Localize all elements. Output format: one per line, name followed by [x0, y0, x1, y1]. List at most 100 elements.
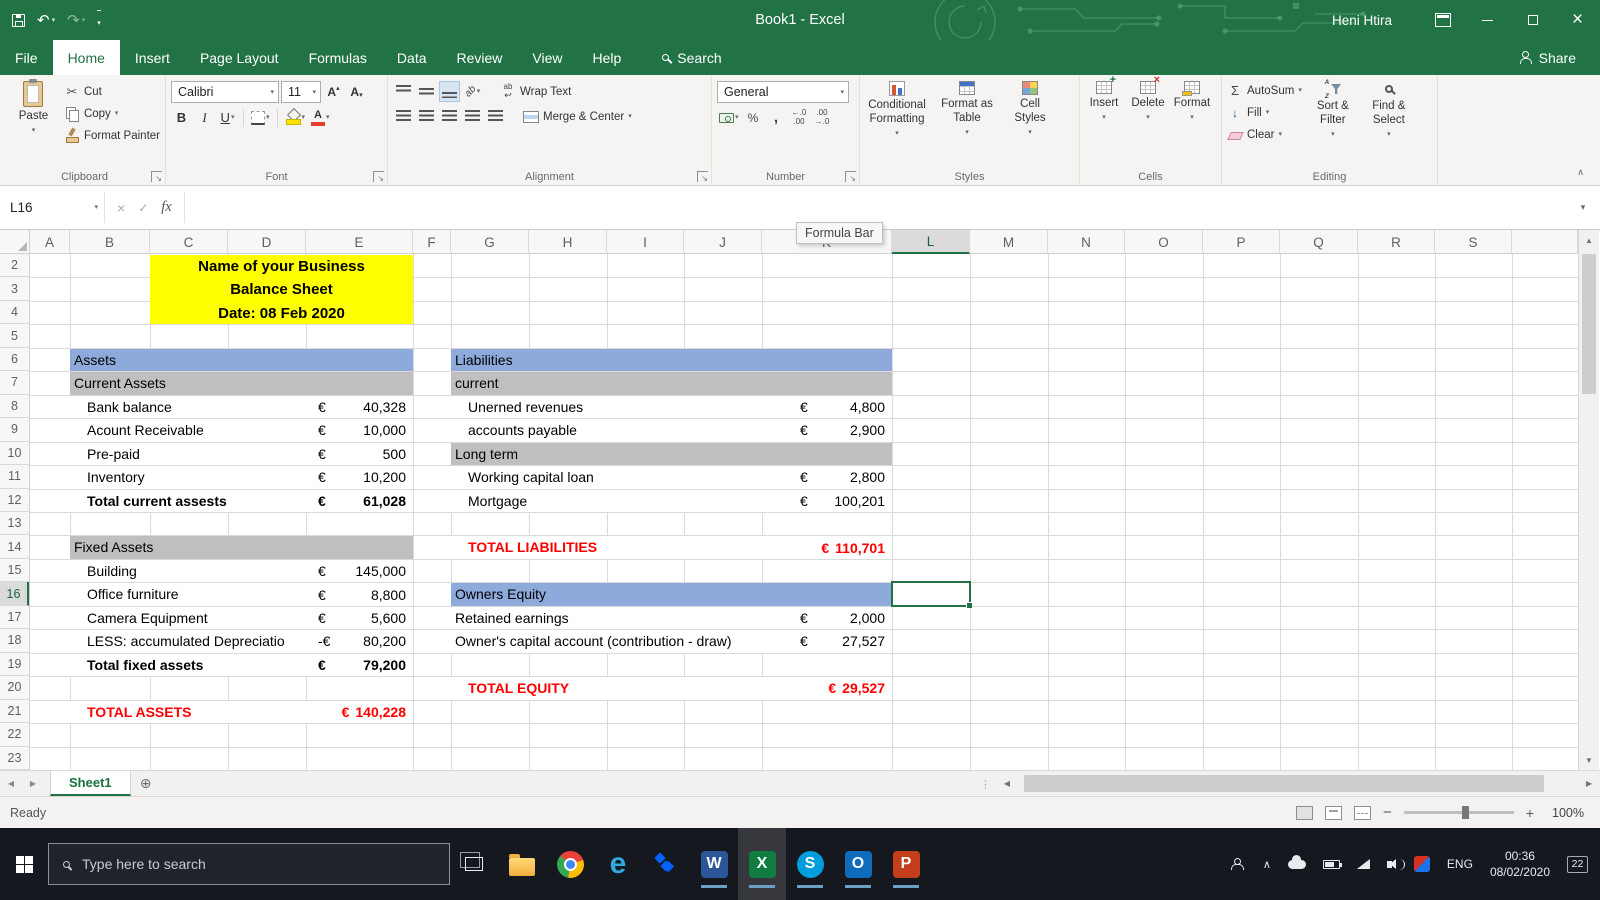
onedrive-icon[interactable]	[1287, 854, 1306, 869]
cell-G6[interactable]: Liabilities	[451, 348, 892, 372]
wrap-text-button[interactable]: Wrap Text	[497, 81, 574, 102]
row-header-8[interactable]: 8	[0, 395, 29, 419]
cell-E19[interactable]: €79,200	[306, 653, 413, 677]
vertical-scrollbar[interactable]	[1578, 230, 1599, 770]
zoom-in-icon[interactable]	[1526, 805, 1534, 821]
row-header-14[interactable]: 14	[0, 535, 29, 559]
format-cells-dropdown-icon[interactable]	[1190, 114, 1194, 121]
cell-B21[interactable]: TOTAL ASSETS	[70, 700, 306, 724]
tab-insert[interactable]: Insert	[120, 40, 185, 75]
cell-B17[interactable]: Camera Equipment	[70, 606, 306, 630]
accounting-dropdown-icon[interactable]	[735, 114, 739, 121]
tab-help[interactable]: Help	[578, 40, 637, 75]
share-button[interactable]: Share	[1495, 40, 1600, 75]
row-header-11[interactable]: 11	[0, 465, 29, 489]
sheet-tab-sheet1[interactable]: Sheet1	[50, 771, 131, 796]
cut-button[interactable]: Cut	[61, 81, 163, 102]
merge-center-dropdown-icon[interactable]	[628, 113, 632, 120]
col-header-I[interactable]: I	[607, 230, 684, 254]
cell-K12[interactable]: €100,201	[762, 489, 892, 512]
row-header-3[interactable]: 3	[0, 277, 29, 301]
user-name[interactable]: Heni Htira	[1332, 13, 1392, 28]
battery-icon[interactable]	[1322, 859, 1342, 869]
page-break-view-icon[interactable]	[1354, 805, 1372, 820]
col-header-R[interactable]: R	[1358, 230, 1435, 254]
row-header-6[interactable]: 6	[0, 348, 29, 372]
cell-G7[interactable]: current	[451, 372, 892, 395]
cell-E12[interactable]: €61,028	[306, 489, 413, 512]
accounting-format-button[interactable]	[717, 107, 741, 128]
sort-filter-dropdown-icon[interactable]	[1331, 131, 1335, 138]
tab-home[interactable]: Home	[52, 40, 120, 75]
format-as-table-dropdown-icon[interactable]	[965, 129, 969, 136]
chrome-button[interactable]	[546, 828, 594, 900]
taskbar-search[interactable]: Type here to search	[48, 843, 450, 885]
conditional-formatting-button[interactable]: Conditional Formatting	[862, 77, 932, 137]
tell-me-search[interactable]: Search	[652, 40, 731, 75]
col-header-P[interactable]: P	[1203, 230, 1280, 254]
italic-button[interactable]	[194, 107, 215, 128]
decrease-decimal-button[interactable]	[812, 107, 833, 128]
row-header-10[interactable]: 10	[0, 442, 29, 466]
col-header-H[interactable]: H	[529, 230, 607, 254]
col-header-A[interactable]: A	[30, 230, 70, 254]
cell-K11[interactable]: €2,800	[762, 466, 892, 489]
row-header-12[interactable]: 12	[0, 489, 29, 512]
col-header-D[interactable]: D	[228, 230, 306, 254]
close-button[interactable]	[1555, 0, 1600, 40]
col-header-Q[interactable]: Q	[1280, 230, 1358, 254]
delete-cells-dropdown-icon[interactable]	[1146, 114, 1150, 121]
row-header-7[interactable]: 7	[0, 371, 29, 395]
align-left-button[interactable]	[393, 106, 414, 127]
format-as-table-button[interactable]: Format as Table	[932, 77, 1002, 136]
row-header-13[interactable]: 13	[0, 512, 29, 536]
autosum-dropdown-icon[interactable]	[1298, 87, 1302, 94]
tab-review[interactable]: Review	[442, 40, 518, 75]
align-middle-button[interactable]	[416, 81, 437, 102]
cell-B6[interactable]: Assets	[70, 348, 413, 372]
word-button[interactable]	[690, 828, 738, 900]
cell-B11[interactable]: Inventory	[70, 466, 306, 489]
select-all-corner[interactable]	[0, 230, 30, 254]
horizontal-scrollbar[interactable]	[1018, 771, 1578, 796]
hscroll-right-icon[interactable]	[1580, 771, 1598, 796]
language-indicator[interactable]: ENG	[1447, 857, 1473, 871]
cell-G20[interactable]: TOTAL EQUITY	[451, 677, 762, 700]
cell-E11[interactable]: €10,200	[306, 466, 413, 489]
network-icon[interactable]	[1356, 859, 1370, 869]
save-button[interactable]	[12, 13, 25, 27]
row-header-4[interactable]: 4	[0, 301, 29, 325]
cell-B16[interactable]: Office furniture	[70, 583, 306, 606]
clear-button[interactable]: Clear	[1224, 124, 1305, 145]
cancel-formula-icon[interactable]	[117, 200, 125, 216]
undo-dropdown-icon[interactable]	[52, 17, 56, 24]
align-right-button[interactable]	[439, 106, 460, 127]
cell-E15[interactable]: €145,000	[306, 559, 413, 583]
paste-dropdown-icon[interactable]	[32, 127, 36, 134]
tab-page-layout[interactable]: Page Layout	[185, 40, 294, 75]
cell-styles-dropdown-icon[interactable]	[1028, 129, 1032, 136]
row-header-23[interactable]: 23	[0, 747, 29, 770]
font-size-select[interactable]: 11	[281, 81, 321, 103]
dropbox-button[interactable]	[642, 828, 690, 900]
cell-B9[interactable]: Acount Receivable	[70, 419, 306, 442]
hscroll-splitter[interactable]	[975, 776, 996, 791]
col-header-C[interactable]: C	[150, 230, 228, 254]
zoom-out-icon[interactable]	[1383, 804, 1392, 821]
align-bottom-button[interactable]	[439, 81, 460, 102]
cell-G17[interactable]: Retained earnings	[451, 606, 762, 630]
name-box[interactable]: L16	[0, 186, 104, 229]
row-header-19[interactable]: 19	[0, 653, 29, 677]
cell-E16[interactable]: €8,800	[306, 583, 413, 606]
number-dialog-launcher[interactable]	[845, 171, 856, 182]
find-select-button[interactable]: Find & Select	[1361, 77, 1417, 138]
align-center-button[interactable]	[416, 106, 437, 127]
tray-app-icon[interactable]	[1413, 856, 1430, 872]
maximize-button[interactable]	[1510, 0, 1555, 40]
powerpoint-button[interactable]	[882, 828, 930, 900]
cell-K8[interactable]: €4,800	[762, 395, 892, 419]
skype-button[interactable]	[786, 828, 834, 900]
minimize-button[interactable]	[1465, 0, 1510, 40]
number-format-select[interactable]: General	[717, 81, 849, 103]
insert-cells-button[interactable]: Insert	[1082, 74, 1126, 121]
